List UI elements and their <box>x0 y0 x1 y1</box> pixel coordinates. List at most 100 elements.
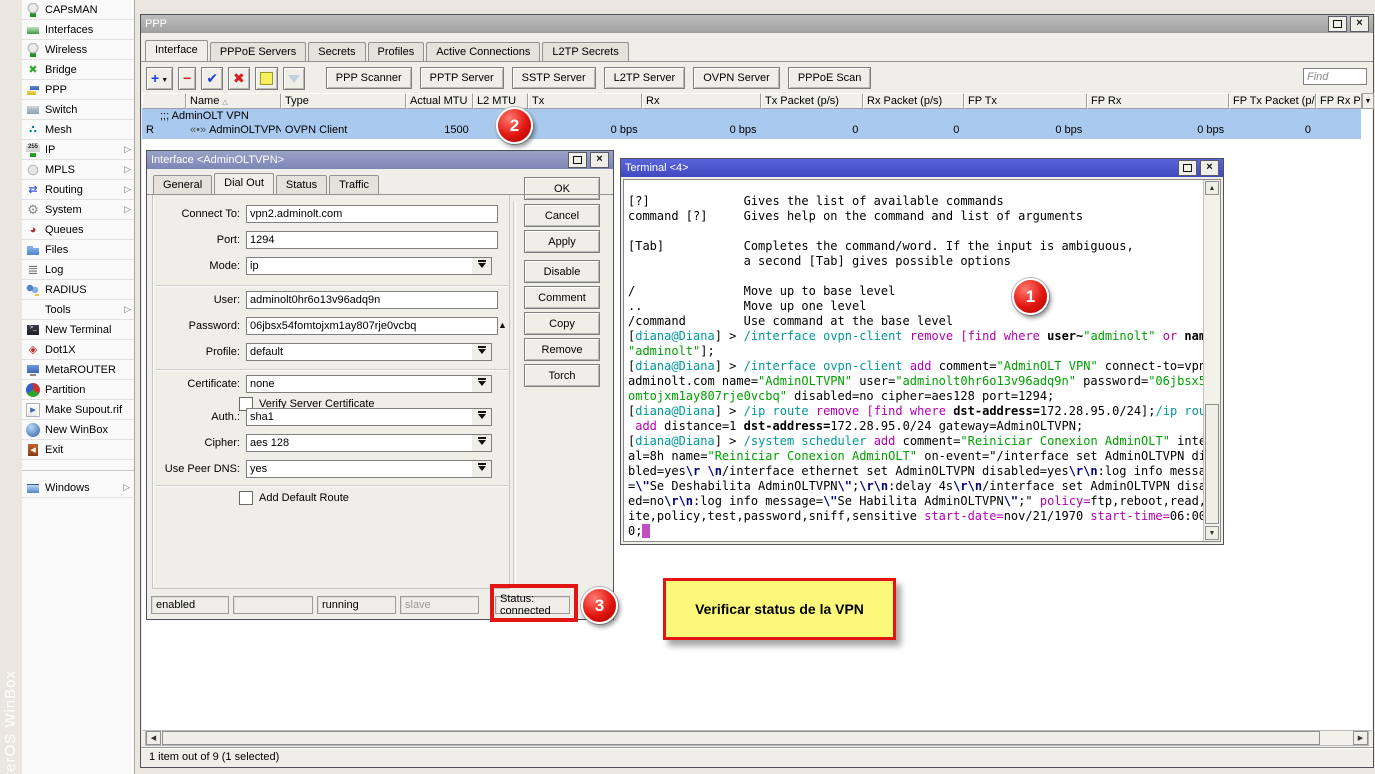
close-icon[interactable]: × <box>1200 160 1219 176</box>
table-row-interface[interactable]: R«•»AdminOLTVPNOVPN Client15000 bps0 bps… <box>142 123 1361 139</box>
maximize-icon[interactable] <box>1328 16 1347 32</box>
ovpn-server-button[interactable]: OVPN Server <box>693 67 780 89</box>
sidebar-item-partition[interactable]: Partition <box>22 380 134 400</box>
scroll-up-icon[interactable]: ▲ <box>1205 181 1219 195</box>
dialog-tab-traffic[interactable]: Traffic <box>329 175 379 194</box>
column-header-type[interactable]: Type <box>281 93 406 109</box>
cipher-field[interactable]: aes 128 <box>246 434 478 452</box>
comment-button[interactable]: Comment <box>524 286 600 309</box>
scrollbar-thumb[interactable] <box>1205 404 1219 524</box>
sidebar-item-queues[interactable]: Queues <box>22 220 134 240</box>
mode-field[interactable]: ip <box>246 257 478 275</box>
dialog-tab-dial-out[interactable]: Dial Out <box>214 173 274 194</box>
profile-field[interactable]: default <box>246 343 478 361</box>
sidebar-item-new-winbox[interactable]: New WinBox <box>22 420 134 440</box>
maximize-icon[interactable] <box>1178 160 1197 176</box>
sidebar-item-routing[interactable]: Routing▷ <box>22 180 134 200</box>
filter-button[interactable] <box>283 67 305 90</box>
column-header-fp-tx[interactable]: FP Tx <box>964 93 1087 109</box>
auth-field[interactable]: sha1 <box>246 408 478 426</box>
dropdown-icon[interactable] <box>472 408 492 426</box>
add-default-route-checkbox[interactable] <box>239 491 253 505</box>
sidebar-item-ip[interactable]: IP▷ <box>22 140 134 160</box>
close-icon[interactable]: × <box>590 152 609 168</box>
sidebar-item-mpls[interactable]: MPLS▷ <box>22 160 134 180</box>
disable-button[interactable]: ✖ <box>228 67 250 90</box>
dropdown-icon[interactable] <box>472 434 492 452</box>
dialog-titlebar[interactable]: Interface <AdminOLTVPN> × <box>147 151 613 169</box>
scroll-left-icon[interactable]: ◀ <box>146 731 161 745</box>
sidebar-item-wireless[interactable]: Wireless <box>22 40 134 60</box>
password-field[interactable]: 06jbsx54fomtojxm1ay807rje0vcbq <box>246 317 498 335</box>
sidebar-item-system[interactable]: System▷ <box>22 200 134 220</box>
sidebar-item-radius[interactable]: RADIUS <box>22 280 134 300</box>
sidebar-item-interfaces[interactable]: Interfaces <box>22 20 134 40</box>
column-header-tx-packet-p-s[interactable]: Tx Packet (p/s) <box>761 93 863 109</box>
apply-button[interactable]: Apply <box>524 230 600 253</box>
tab-profiles[interactable]: Profiles <box>368 42 425 61</box>
sidebar-item-metarouter[interactable]: MetaROUTER <box>22 360 134 380</box>
column-header-name[interactable]: Name△ <box>186 93 281 109</box>
column-header-rx-packet-p-s[interactable]: Rx Packet (p/s) <box>863 93 964 109</box>
enable-button[interactable]: ✔ <box>201 67 223 90</box>
maximize-icon[interactable] <box>568 152 587 168</box>
sidebar-item-bridge[interactable]: Bridge <box>22 60 134 80</box>
sidebar-item-new-terminal[interactable]: New Terminal <box>22 320 134 340</box>
tab-secrets[interactable]: Secrets <box>308 42 365 61</box>
copy-button[interactable]: Copy <box>524 312 600 335</box>
pptp-server-button[interactable]: PPTP Server <box>420 67 504 89</box>
comment-button[interactable] <box>255 67 278 90</box>
sidebar-item-ppp[interactable]: PPP <box>22 80 134 100</box>
port-field[interactable]: 1294 <box>246 231 498 249</box>
cancel-button[interactable]: Cancel <box>524 204 600 227</box>
sidebar-item-exit[interactable]: Exit <box>22 440 134 460</box>
terminal-body[interactable]: [?] Gives the list of available commands… <box>623 179 1221 542</box>
column-header-fp-rx[interactable]: FP Rx <box>1087 93 1229 109</box>
ppp-titlebar[interactable]: PPP × <box>141 15 1373 33</box>
use-peer-dns-field[interactable]: yes <box>246 460 478 478</box>
column-header-flags[interactable] <box>142 93 186 109</box>
connect-to-field[interactable]: vpn2.adminolt.com <box>246 205 498 223</box>
certificate-field[interactable]: none <box>246 375 478 393</box>
scrollbar-thumb[interactable] <box>162 731 1320 745</box>
sidebar-item-make-supout-rif[interactable]: Make Supout.rif <box>22 400 134 420</box>
l2tp-server-button[interactable]: L2TP Server <box>604 67 686 89</box>
user-field[interactable]: adminolt0hr6o13v96adq9n <box>246 291 498 309</box>
ppp-scanner-button[interactable]: PPP Scanner <box>326 67 412 89</box>
column-header-actual-mtu[interactable]: Actual MTU <box>406 93 473 109</box>
hide-password-icon[interactable]: ▲ <box>498 320 507 330</box>
torch-button[interactable]: Torch <box>524 364 600 387</box>
add-button[interactable]: +▼ <box>146 67 173 90</box>
sidebar-item-tools[interactable]: Tools▷ <box>22 300 134 320</box>
tab-interface[interactable]: Interface <box>145 40 208 61</box>
scroll-right-icon[interactable]: ▶ <box>1353 731 1368 745</box>
table-row-comment[interactable]: ;;; AdminOLT VPN <box>142 109 1361 123</box>
column-header-l2-mtu[interactable]: L2 MTU <box>473 93 528 109</box>
sidebar-item-mesh[interactable]: Mesh <box>22 120 134 140</box>
ok-button[interactable]: OK <box>524 177 600 200</box>
dropdown-icon[interactable] <box>472 343 492 361</box>
tab-pppoe-servers[interactable]: PPPoE Servers <box>210 42 306 61</box>
close-icon[interactable]: × <box>1350 16 1369 32</box>
dropdown-icon[interactable] <box>472 460 492 478</box>
horizontal-scrollbar[interactable]: ◀ ▶ <box>145 730 1369 746</box>
dialog-tab-status[interactable]: Status <box>276 175 327 194</box>
column-header-tx[interactable]: Tx <box>528 93 642 109</box>
remove-button[interactable]: − <box>178 67 196 90</box>
column-header-rx[interactable]: Rx <box>642 93 761 109</box>
column-header-fp-rx-pa[interactable]: FP Rx Pa <box>1316 93 1362 109</box>
sidebar-item-switch[interactable]: Switch <box>22 100 134 120</box>
terminal-titlebar[interactable]: Terminal <4> × <box>621 159 1223 177</box>
terminal-vertical-scrollbar[interactable]: ▲ ▼ <box>1203 180 1220 541</box>
tab-active-connections[interactable]: Active Connections <box>426 42 540 61</box>
sidebar-item-capsman[interactable]: CAPsMAN <box>22 0 134 20</box>
pppoe-scan-button[interactable]: PPPoE Scan <box>788 67 872 89</box>
sidebar-item-windows[interactable]: Windows▷ <box>22 478 133 498</box>
column-header-fp-tx-packet-p-s[interactable]: FP Tx Packet (p/s) <box>1229 93 1316 109</box>
sidebar-item-files[interactable]: Files <box>22 240 134 260</box>
sstp-server-button[interactable]: SSTP Server <box>512 67 596 89</box>
dropdown-icon[interactable] <box>472 257 492 275</box>
column-select-icon[interactable]: ▼ <box>1362 93 1374 109</box>
dropdown-icon[interactable] <box>472 375 492 393</box>
sidebar-item-log[interactable]: Log <box>22 260 134 280</box>
